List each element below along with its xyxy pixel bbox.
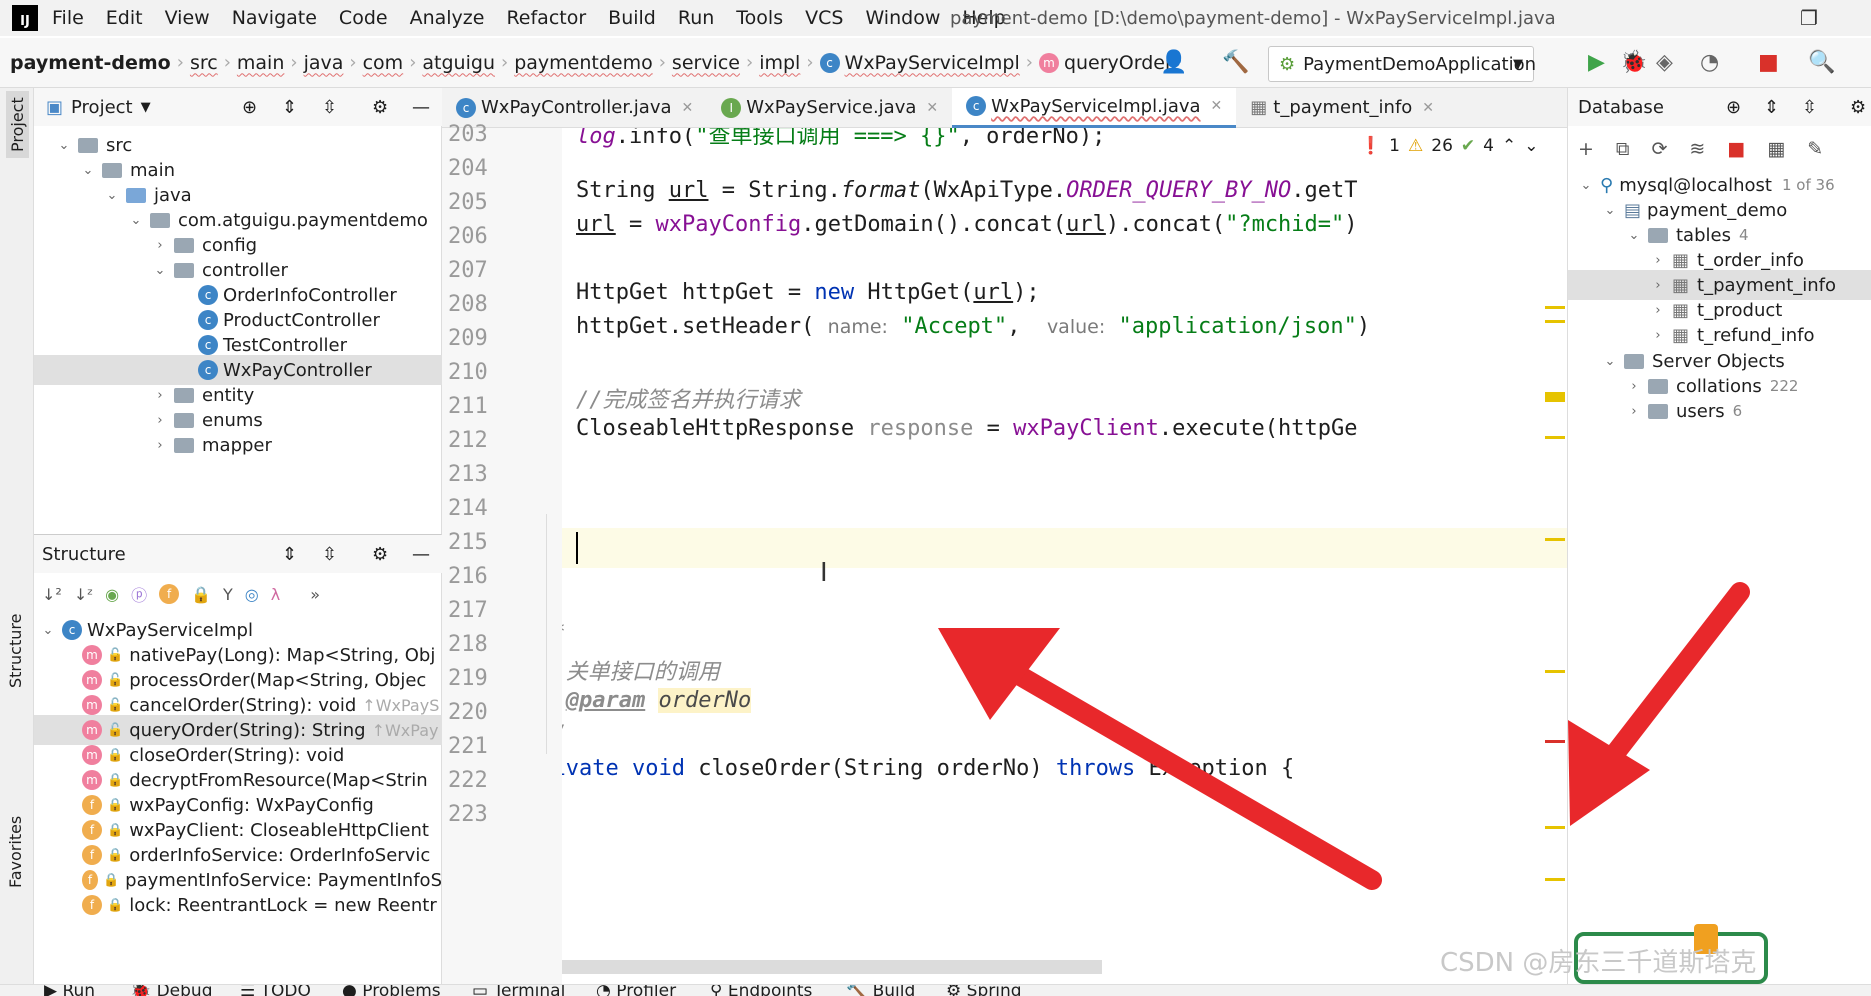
todo-tool-tab[interactable]: ☰ TODO <box>240 984 311 996</box>
annotation-arrow <box>938 628 1382 890</box>
run-tool-tab[interactable]: ▶ Run <box>44 984 96 996</box>
build-tool-tab[interactable]: 🔨 Build <box>846 984 916 996</box>
annotation-arrows <box>938 582 1750 890</box>
spring-tool-label: Spring <box>966 984 1022 996</box>
debug-tool-tab[interactable]: 🐞 Debug <box>130 984 213 996</box>
problems-tool-label: Problems <box>362 984 441 996</box>
watermark: CSDN @房东三千道斯塔克 <box>1440 948 1757 978</box>
bottom-tool-bar: ▶ Run 🐞 Debug ☰ TODO ● Problems ▭ Termin… <box>0 984 1871 996</box>
terminal-tool-label: Terminal <box>493 984 566 996</box>
profiler-tool-label: Profiler <box>616 984 677 996</box>
annotation-arrow <box>1568 582 1750 826</box>
build-tool-label: Build <box>872 984 916 996</box>
debug-tool-label: Debug <box>156 984 213 996</box>
spring-tool-tab[interactable]: ⚙ Spring <box>946 984 1022 996</box>
endpoints-tool-label: Endpoints <box>727 984 813 996</box>
profiler-tool-tab[interactable]: ◔ Profiler <box>596 984 677 996</box>
todo-tool-label: TODO <box>260 984 311 996</box>
terminal-tool-tab[interactable]: ▭ Terminal <box>472 984 566 996</box>
problems-tool-tab[interactable]: ● Problems <box>342 984 441 996</box>
endpoints-tool-tab[interactable]: ⚲ Endpoints <box>710 984 813 996</box>
run-tool-label: Run <box>62 984 96 996</box>
